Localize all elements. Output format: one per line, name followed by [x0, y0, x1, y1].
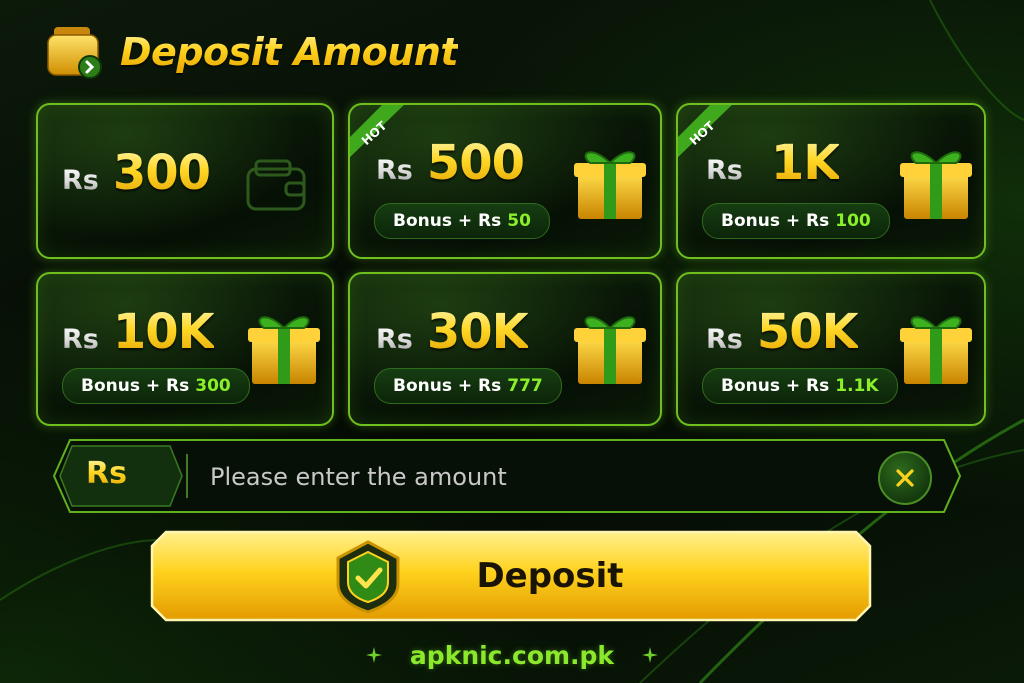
option-amount: 500	[426, 135, 525, 191]
gift-icon	[900, 151, 972, 219]
currency-label: Rs	[62, 324, 99, 355]
bonus-pill: Bonus + Rs 1.1K	[702, 368, 898, 404]
bonus-value: 300	[195, 376, 231, 396]
bonus-pill: Bonus + Rs 300	[62, 368, 250, 404]
bonus-value: 100	[835, 211, 871, 231]
bonus-pill: Bonus + Rs 777	[374, 368, 562, 404]
currency-label: Rs	[706, 155, 743, 186]
bonus-prefix: Bonus + Rs	[721, 376, 830, 396]
sparkle-icon	[642, 647, 659, 663]
deposit-option-10k[interactable]: Rs 10K Bonus + Rs 300	[36, 272, 334, 426]
option-amount: 30K	[426, 304, 529, 360]
option-amount: 50K	[756, 304, 859, 360]
clear-input-button[interactable]	[878, 451, 932, 505]
deposit-option-1k[interactable]: HOT Rs 1K Bonus + Rs 100	[676, 103, 986, 259]
page-title: Deposit Amount	[120, 30, 459, 74]
currency-label: Rs	[376, 324, 413, 355]
deposit-option-50k[interactable]: Rs 50K Bonus + Rs 1.1K	[676, 272, 986, 426]
currency-label: Rs	[376, 155, 413, 186]
wallet-icon	[47, 27, 102, 79]
gift-icon	[574, 316, 646, 384]
bonus-prefix: Bonus + Rs	[393, 211, 502, 231]
bonus-prefix: Bonus + Rs	[81, 376, 190, 396]
input-currency-prefix: Rs	[86, 456, 127, 491]
bonus-prefix: Bonus + Rs	[393, 376, 502, 396]
option-amount: 1K	[770, 135, 841, 191]
bonus-pill: Bonus + Rs 100	[702, 203, 890, 239]
amount-input-field[interactable]: Rs	[52, 438, 962, 514]
gift-icon	[574, 151, 646, 219]
bonus-value: 777	[507, 376, 543, 396]
close-icon	[896, 469, 914, 487]
currency-label: Rs	[62, 165, 99, 196]
footer-website: apknic.com.pk	[409, 640, 615, 670]
footer: apknic.com.pk	[0, 638, 1024, 672]
input-divider	[186, 454, 188, 498]
deposit-button[interactable]: Deposit	[150, 530, 872, 622]
sparkle-icon	[365, 647, 382, 663]
deposit-option-30k[interactable]: Rs 30K Bonus + Rs 777	[348, 272, 662, 426]
amount-input[interactable]	[208, 452, 852, 502]
deposit-option-500[interactable]: HOT Rs 500 Bonus + Rs 50	[348, 103, 662, 259]
bonus-pill: Bonus + Rs 50	[374, 203, 550, 239]
wallet-icon	[246, 159, 306, 211]
gift-icon	[900, 316, 972, 384]
gift-icon	[248, 316, 320, 384]
bonus-value: 50	[507, 211, 531, 231]
option-amount: 10K	[112, 304, 215, 360]
bonus-value: 1.1K	[835, 376, 879, 396]
deposit-option-300[interactable]: Rs 300	[36, 103, 334, 259]
deposit-button-label: Deposit	[476, 556, 624, 596]
currency-label: Rs	[706, 324, 743, 355]
page-header: Deposit Amount	[44, 22, 459, 82]
option-amount: 300	[112, 145, 211, 201]
bonus-prefix: Bonus + Rs	[721, 211, 830, 231]
